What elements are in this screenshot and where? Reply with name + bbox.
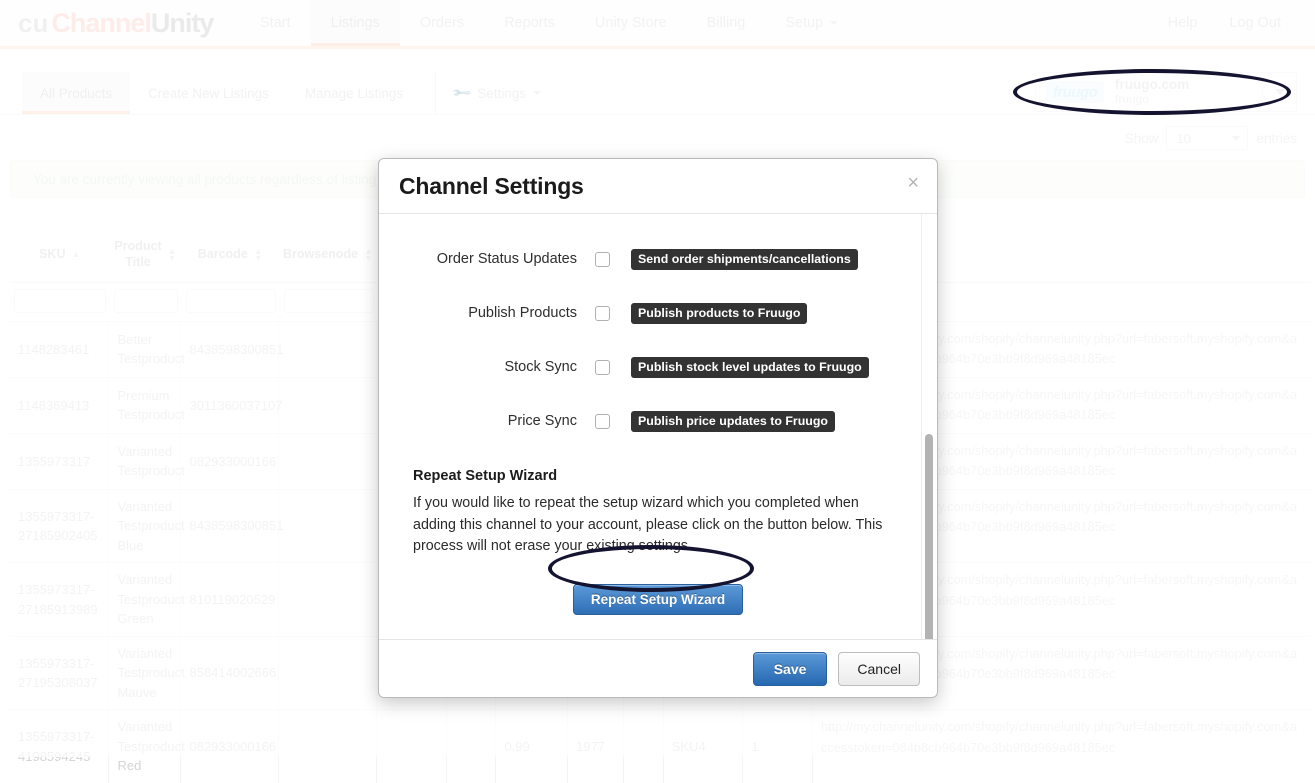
channel-settings-modal: Channel Settings × Order Status Updates … — [378, 158, 938, 698]
setting-label: Price Sync — [507, 413, 577, 429]
repeat-setup-wizard-button[interactable]: Repeat Setup Wizard — [572, 584, 744, 616]
order-status-updates-checkbox[interactable] — [595, 251, 610, 267]
setting-row-order-status-updates: Order Status Updates Send order shipment… — [379, 232, 937, 286]
setting-row-price-sync: Price Sync Publish price updates to Fruu… — [379, 394, 937, 448]
setting-label: Order Status Updates — [436, 251, 577, 267]
stock-sync-checkbox[interactable] — [595, 359, 610, 375]
stock-sync-tooltip: Publish stock level updates to Fruugo — [631, 356, 869, 378]
modal-title: Channel Settings — [399, 172, 584, 199]
price-sync-checkbox[interactable] — [595, 413, 610, 429]
modal-header: Channel Settings × — [379, 159, 937, 214]
close-icon[interactable]: × — [907, 173, 919, 193]
modal-footer: Save Cancel — [379, 639, 937, 697]
setting-label: Stock Sync — [504, 359, 577, 375]
setting-label: Publish Products — [468, 305, 577, 321]
publish-products-tooltip: Publish products to Fruugo — [631, 302, 808, 324]
setting-row-stock-sync: Stock Sync Publish stock level updates t… — [379, 340, 937, 394]
modal-scrollbar-thumb[interactable] — [925, 434, 933, 639]
setting-row-publish-products: Publish Products Publish products to Fru… — [379, 286, 937, 340]
repeat-setup-wizard-section: Repeat Setup Wizard If you would like to… — [379, 448, 937, 616]
repeat-setup-wizard-body: If you would like to repeat the setup wi… — [413, 495, 883, 555]
modal-body: Order Status Updates Send order shipment… — [379, 214, 937, 639]
price-sync-tooltip: Publish price updates to Fruugo — [631, 410, 835, 432]
order-status-updates-tooltip: Send order shipments/cancellations — [631, 248, 858, 270]
cancel-button[interactable]: Cancel — [838, 651, 920, 686]
publish-products-checkbox[interactable] — [595, 305, 610, 321]
save-button[interactable]: Save — [752, 651, 828, 686]
repeat-setup-wizard-heading: Repeat Setup Wizard — [413, 468, 558, 484]
